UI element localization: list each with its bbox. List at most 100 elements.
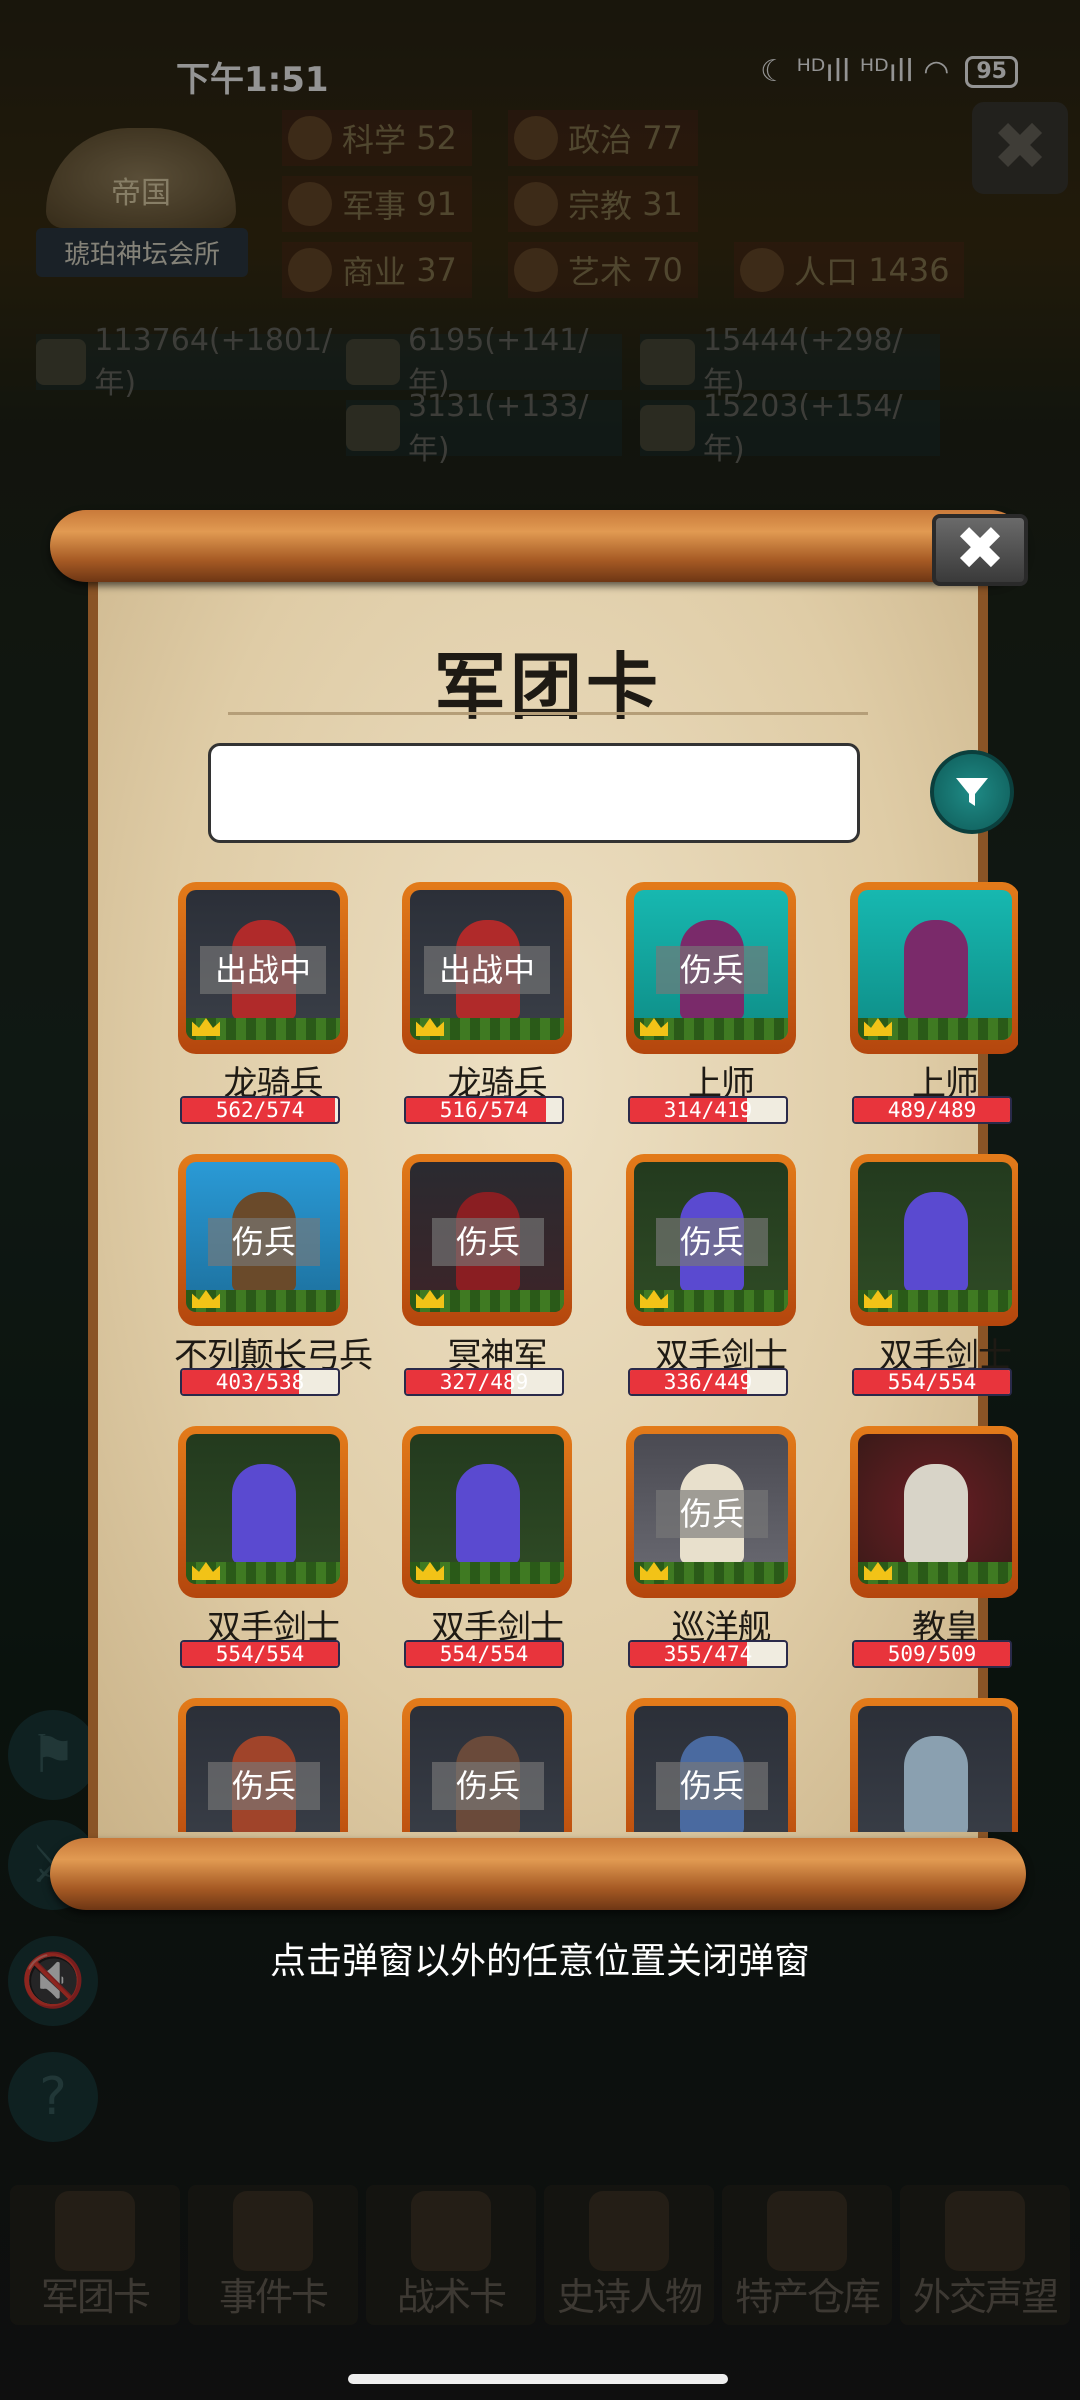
unit-portrait xyxy=(858,1162,1012,1312)
close-hint: 点击弹窗以外的任意位置关闭弹窗 xyxy=(269,1941,810,1982)
card-frame: 伤兵 xyxy=(178,1154,348,1326)
home-indicator[interactable] xyxy=(348,2374,728,2384)
card-frame xyxy=(850,882,1018,1054)
card-frame: 出战中 xyxy=(178,882,348,1054)
legion-card[interactable]: 上师 489/489 xyxy=(830,882,1018,1142)
filter-icon xyxy=(956,778,988,806)
unit-figure-icon xyxy=(904,920,968,1020)
unit-portrait: 伤兵 xyxy=(410,1706,564,1832)
hp-text: 336/449 xyxy=(663,1370,753,1394)
hp-bar: 327/489 xyxy=(404,1368,564,1396)
status-badge: 出战中 xyxy=(200,946,326,994)
hp-text: 489/489 xyxy=(887,1098,977,1122)
hp-bar: 403/538 xyxy=(180,1368,340,1396)
unit-portrait xyxy=(410,1434,564,1584)
status-badge: 伤兵 xyxy=(656,946,768,994)
unit-figure-icon xyxy=(232,1464,296,1564)
legion-card-modal: 军团卡 出战中 龙骑兵 562/574 出战中 龙骑兵 516/574 伤兵 上师 314/41… xyxy=(50,510,1028,1910)
hp-text: 509/509 xyxy=(887,1642,977,1666)
hp-text: 403/538 xyxy=(215,1370,305,1394)
status-badge: 伤兵 xyxy=(208,1218,320,1266)
hp-text: 314/419 xyxy=(663,1098,753,1122)
modal-close-button[interactable]: ✖ xyxy=(932,514,1028,586)
hp-bar: 554/554 xyxy=(852,1368,1012,1396)
card-frame: 伤兵 xyxy=(626,1154,796,1326)
scroll-paper: 军团卡 出战中 龙骑兵 562/574 出战中 龙骑兵 516/574 伤兵 上师 314/41… xyxy=(88,560,1018,1860)
status-badge: 伤兵 xyxy=(656,1762,768,1810)
hp-bar: 489/489 xyxy=(852,1096,1012,1124)
unit-figure-icon xyxy=(456,1464,520,1564)
hp-text: 355/474 xyxy=(663,1642,753,1666)
hp-bar: 314/419 xyxy=(628,1096,788,1124)
hp-text: 554/554 xyxy=(215,1642,305,1666)
unit-portrait xyxy=(858,1706,1012,1832)
filter-button[interactable] xyxy=(930,750,1014,834)
scroll-rod-bottom xyxy=(50,1838,1026,1910)
unit-portrait xyxy=(858,890,1012,1040)
hp-bar: 554/554 xyxy=(180,1640,340,1668)
legion-card[interactable] xyxy=(830,1698,1018,1832)
hp-text: 554/554 xyxy=(887,1370,977,1394)
status-badge: 伤兵 xyxy=(432,1762,544,1810)
game-screen: 下午1:51 ☾ ᴴᴰıll ᴴᴰıll ◠ 95 帝国 琥珀神坛会所 科学 5… xyxy=(0,0,1080,2400)
unit-figure-icon xyxy=(904,1192,968,1292)
unit-portrait: 伤兵 xyxy=(634,890,788,1040)
unit-portrait: 伤兵 xyxy=(634,1434,788,1584)
unit-portrait xyxy=(186,1434,340,1584)
card-frame xyxy=(850,1698,1018,1832)
legion-card[interactable]: 伤兵 巡洋舰 355/474 xyxy=(606,1426,796,1686)
card-frame: 伤兵 xyxy=(626,1426,796,1598)
unit-figure-icon xyxy=(904,1464,968,1564)
card-frame: 伤兵 xyxy=(402,1698,572,1832)
unit-portrait xyxy=(858,1434,1012,1584)
unit-portrait: 伤兵 xyxy=(410,1162,564,1312)
hp-bar: 509/509 xyxy=(852,1640,1012,1668)
legion-card[interactable]: 出战中 龙骑兵 562/574 xyxy=(158,882,348,1142)
status-badge: 伤兵 xyxy=(656,1218,768,1266)
card-frame: 出战中 xyxy=(402,882,572,1054)
status-badge: 出战中 xyxy=(424,946,550,994)
unit-portrait: 伤兵 xyxy=(186,1706,340,1832)
unit-portrait: 伤兵 xyxy=(634,1162,788,1312)
hp-text: 562/574 xyxy=(215,1098,305,1122)
legion-card[interactable]: 伤兵 xyxy=(158,1698,348,1832)
card-frame: 伤兵 xyxy=(626,1698,796,1832)
status-badge: 伤兵 xyxy=(432,1218,544,1266)
unit-portrait: 出战中 xyxy=(186,890,340,1040)
hp-bar: 516/574 xyxy=(404,1096,564,1124)
card-frame: 伤兵 xyxy=(402,1154,572,1326)
hp-bar: 562/574 xyxy=(180,1096,340,1124)
hp-text: 327/489 xyxy=(439,1370,529,1394)
card-frame: 伤兵 xyxy=(178,1698,348,1832)
legion-card[interactable]: 教皇 509/509 xyxy=(830,1426,1018,1686)
hp-bar: 554/554 xyxy=(404,1640,564,1668)
hp-text: 516/574 xyxy=(439,1098,529,1122)
status-badge: 伤兵 xyxy=(208,1762,320,1810)
card-frame: 伤兵 xyxy=(626,882,796,1054)
unit-portrait: 伤兵 xyxy=(186,1162,340,1312)
legion-card[interactable]: 伤兵 不列颠长弓兵 403/538 xyxy=(158,1154,373,1414)
unit-portrait: 出战中 xyxy=(410,890,564,1040)
card-frame xyxy=(850,1154,1018,1326)
legion-card[interactable]: 双手剑士 554/554 xyxy=(382,1426,572,1686)
scroll-rod-top xyxy=(50,510,1026,582)
legion-card[interactable]: 伤兵 上师 314/419 xyxy=(606,882,796,1142)
unit-portrait: 伤兵 xyxy=(634,1706,788,1832)
legion-card[interactable]: 伤兵 xyxy=(382,1698,572,1832)
legion-card[interactable]: 伤兵 双手剑士 336/449 xyxy=(606,1154,796,1414)
search-input[interactable] xyxy=(208,743,860,843)
legion-card[interactable]: 双手剑士 554/554 xyxy=(158,1426,348,1686)
card-frame xyxy=(402,1426,572,1598)
unit-figure-icon xyxy=(904,1736,968,1832)
hp-bar: 355/474 xyxy=(628,1640,788,1668)
legion-card[interactable]: 伤兵 xyxy=(606,1698,796,1832)
card-frame xyxy=(178,1426,348,1598)
hp-bar: 336/449 xyxy=(628,1368,788,1396)
hp-text: 554/554 xyxy=(439,1642,529,1666)
legion-card[interactable]: 双手剑士 554/554 xyxy=(830,1154,1018,1414)
card-frame xyxy=(850,1426,1018,1598)
legion-card[interactable]: 伤兵 冥神军 327/489 xyxy=(382,1154,572,1414)
card-grid-viewport[interactable]: 出战中 龙骑兵 562/574 出战中 龙骑兵 516/574 伤兵 上师 314/419 上师 4… xyxy=(158,882,1018,1832)
legion-card[interactable]: 出战中 龙骑兵 516/574 xyxy=(382,882,572,1142)
status-badge: 伤兵 xyxy=(656,1490,768,1538)
